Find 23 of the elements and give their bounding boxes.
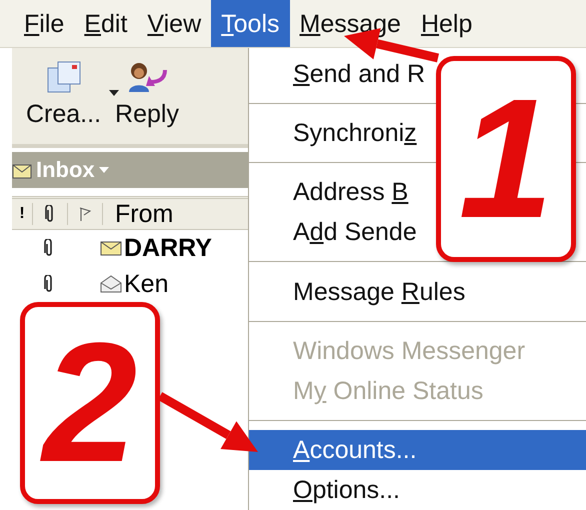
create-mail-button[interactable]: Crea... — [26, 60, 102, 129]
menu-option[interactable]: Message Rules — [249, 272, 586, 312]
menu-item[interactable]: Message — [290, 0, 411, 47]
menu-option: My Online Status — [249, 370, 586, 411]
menu-item[interactable]: View — [137, 0, 212, 47]
menu-item[interactable]: Help — [410, 0, 482, 47]
menu-item[interactable]: File — [14, 0, 74, 47]
sender-name: DARRY — [124, 234, 212, 262]
caret-icon[interactable] — [109, 90, 120, 96]
menu-option[interactable]: Accounts... — [249, 430, 586, 470]
numbered-callout: 2 — [20, 302, 160, 504]
reply-button[interactable]: Reply — [115, 60, 179, 129]
menu-option: Windows Messenger — [249, 330, 586, 371]
sender-name: Ken — [124, 270, 168, 298]
numbered-callout: 1 — [436, 56, 576, 262]
priority-column-header[interactable]: ! — [12, 203, 33, 225]
flag-column-icon[interactable] — [78, 206, 92, 222]
menu-item[interactable]: Tools — [211, 0, 290, 47]
menu-option[interactable]: Options... — [249, 470, 586, 510]
person-arrow-icon — [126, 60, 167, 94]
from-column-header[interactable]: From — [103, 200, 174, 228]
attachment-column-icon — [45, 205, 55, 223]
menu-item[interactable]: Edit — [74, 0, 138, 47]
